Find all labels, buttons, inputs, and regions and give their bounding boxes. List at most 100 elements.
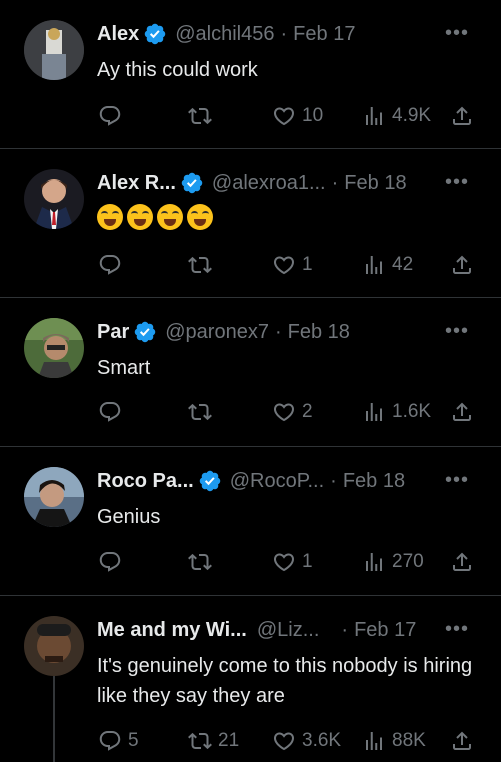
handle[interactable]: @alexroa1... (212, 172, 326, 195)
share-icon (450, 400, 474, 424)
reply-button[interactable] (98, 400, 128, 424)
retweet-button[interactable]: 21 (188, 729, 239, 753)
reply-icon (98, 104, 122, 128)
retweet-icon (188, 550, 212, 574)
tweet-emoji (97, 201, 481, 231)
tweet-text: Ay this could work (97, 59, 258, 81)
reply-icon (98, 253, 122, 277)
display-name[interactable]: Par (97, 321, 129, 344)
reply-button[interactable] (98, 104, 128, 128)
tweet-date[interactable]: Feb 18 (343, 470, 405, 493)
tweet[interactable]: Alex @alchil456 · Feb 17 ••• Ay this cou… (0, 0, 501, 149)
retweet-button[interactable] (188, 400, 218, 424)
reply-button[interactable]: 5 (98, 729, 139, 753)
like-button[interactable]: 10 (272, 104, 323, 128)
like-count: 3.6K (302, 730, 342, 751)
separator-dot: · (280, 22, 288, 45)
retweet-icon (188, 400, 212, 424)
retweet-button[interactable] (188, 104, 218, 128)
view-count: 4.9K (392, 105, 432, 126)
laughing-emoji-icon (97, 203, 123, 230)
reply-button[interactable] (98, 253, 128, 277)
tweet[interactable]: Me and my Wi... @Liz... · Feb 17 ••• It'… (0, 596, 501, 762)
laughing-emoji-icon (157, 203, 183, 230)
display-name[interactable]: Me and my Wi... (97, 619, 247, 642)
like-button[interactable]: 2 (272, 400, 313, 424)
reply-icon (98, 400, 122, 424)
view-count: 1.6K (392, 401, 432, 422)
separator-dot: · (331, 171, 339, 194)
retweet-button[interactable] (188, 253, 218, 277)
tweet-text: Genius (97, 506, 161, 528)
avatar[interactable] (24, 20, 84, 80)
avatar[interactable] (24, 169, 84, 229)
tweet[interactable]: Alex R... @alexroa1... · Feb 18 ••• 1 42 (0, 149, 501, 298)
laughing-emoji-icon (187, 203, 213, 230)
view-count: 42 (392, 254, 414, 275)
like-icon (272, 104, 296, 128)
share-button[interactable] (450, 729, 474, 753)
thread-line (53, 676, 55, 762)
more-icon[interactable]: ••• (445, 171, 469, 194)
tweet[interactable]: Par @paronex7 · Feb 18 ••• Smart 2 1.6K (0, 298, 501, 447)
share-button[interactable] (450, 253, 474, 277)
share-icon (450, 729, 474, 753)
like-icon (272, 400, 296, 424)
tweet-date[interactable]: Feb 18 (288, 321, 350, 344)
reply-icon (98, 550, 122, 574)
reply-button[interactable] (98, 550, 128, 574)
like-icon (272, 550, 296, 574)
retweet-icon (188, 729, 212, 753)
views-icon (362, 550, 386, 574)
verified-icon (133, 320, 157, 344)
views-icon (362, 729, 386, 753)
like-button[interactable]: 3.6K (272, 729, 341, 753)
like-count: 2 (302, 401, 313, 422)
share-button[interactable] (450, 400, 474, 424)
tweet[interactable]: Roco Pa... @RocoP... · Feb 18 ••• Genius… (0, 447, 501, 596)
views-button[interactable]: 1.6K (362, 400, 431, 424)
separator-dot: · (341, 618, 349, 641)
like-count: 1 (302, 254, 313, 275)
handle[interactable]: @Liz... (257, 619, 320, 642)
display-name[interactable]: Roco Pa... (97, 470, 194, 493)
tweet-date[interactable]: Feb 18 (344, 172, 406, 195)
more-icon[interactable]: ••• (445, 618, 469, 641)
views-button[interactable]: 88K (362, 729, 426, 753)
share-button[interactable] (450, 550, 474, 574)
handle[interactable]: @alchil456 (175, 23, 274, 46)
view-count: 88K (392, 730, 426, 751)
views-button[interactable]: 4.9K (362, 104, 431, 128)
separator-dot: · (330, 469, 337, 492)
more-icon[interactable]: ••• (445, 320, 469, 343)
tweet-text: Smart (97, 357, 151, 379)
like-button[interactable]: 1 (272, 253, 313, 277)
views-icon (362, 104, 386, 128)
retweet-button[interactable] (188, 550, 218, 574)
reply-icon (98, 729, 122, 753)
views-button[interactable]: 42 (362, 253, 413, 277)
display-name[interactable]: Alex (97, 23, 139, 46)
verified-icon (198, 469, 222, 493)
share-icon (450, 253, 474, 277)
avatar[interactable] (24, 616, 84, 676)
retweet-count: 21 (218, 730, 240, 751)
views-icon (362, 253, 386, 277)
handle[interactable]: @paronex7 (165, 321, 269, 344)
display-name[interactable]: Alex R... (97, 172, 176, 195)
like-button[interactable]: 1 (272, 550, 313, 574)
handle[interactable]: @RocoP... (230, 470, 324, 493)
tweet-date[interactable]: Feb 17 (354, 619, 416, 642)
views-button[interactable]: 270 (362, 550, 424, 574)
like-count: 1 (302, 551, 313, 572)
verified-icon (180, 171, 204, 195)
share-button[interactable] (450, 104, 474, 128)
reply-count: 5 (128, 730, 139, 751)
avatar[interactable] (24, 318, 84, 378)
share-icon (450, 104, 474, 128)
avatar[interactable] (24, 467, 84, 527)
tweet-date[interactable]: Feb 17 (293, 23, 355, 46)
more-icon[interactable]: ••• (445, 469, 469, 492)
more-icon[interactable]: ••• (445, 22, 469, 45)
view-count: 270 (392, 551, 424, 572)
